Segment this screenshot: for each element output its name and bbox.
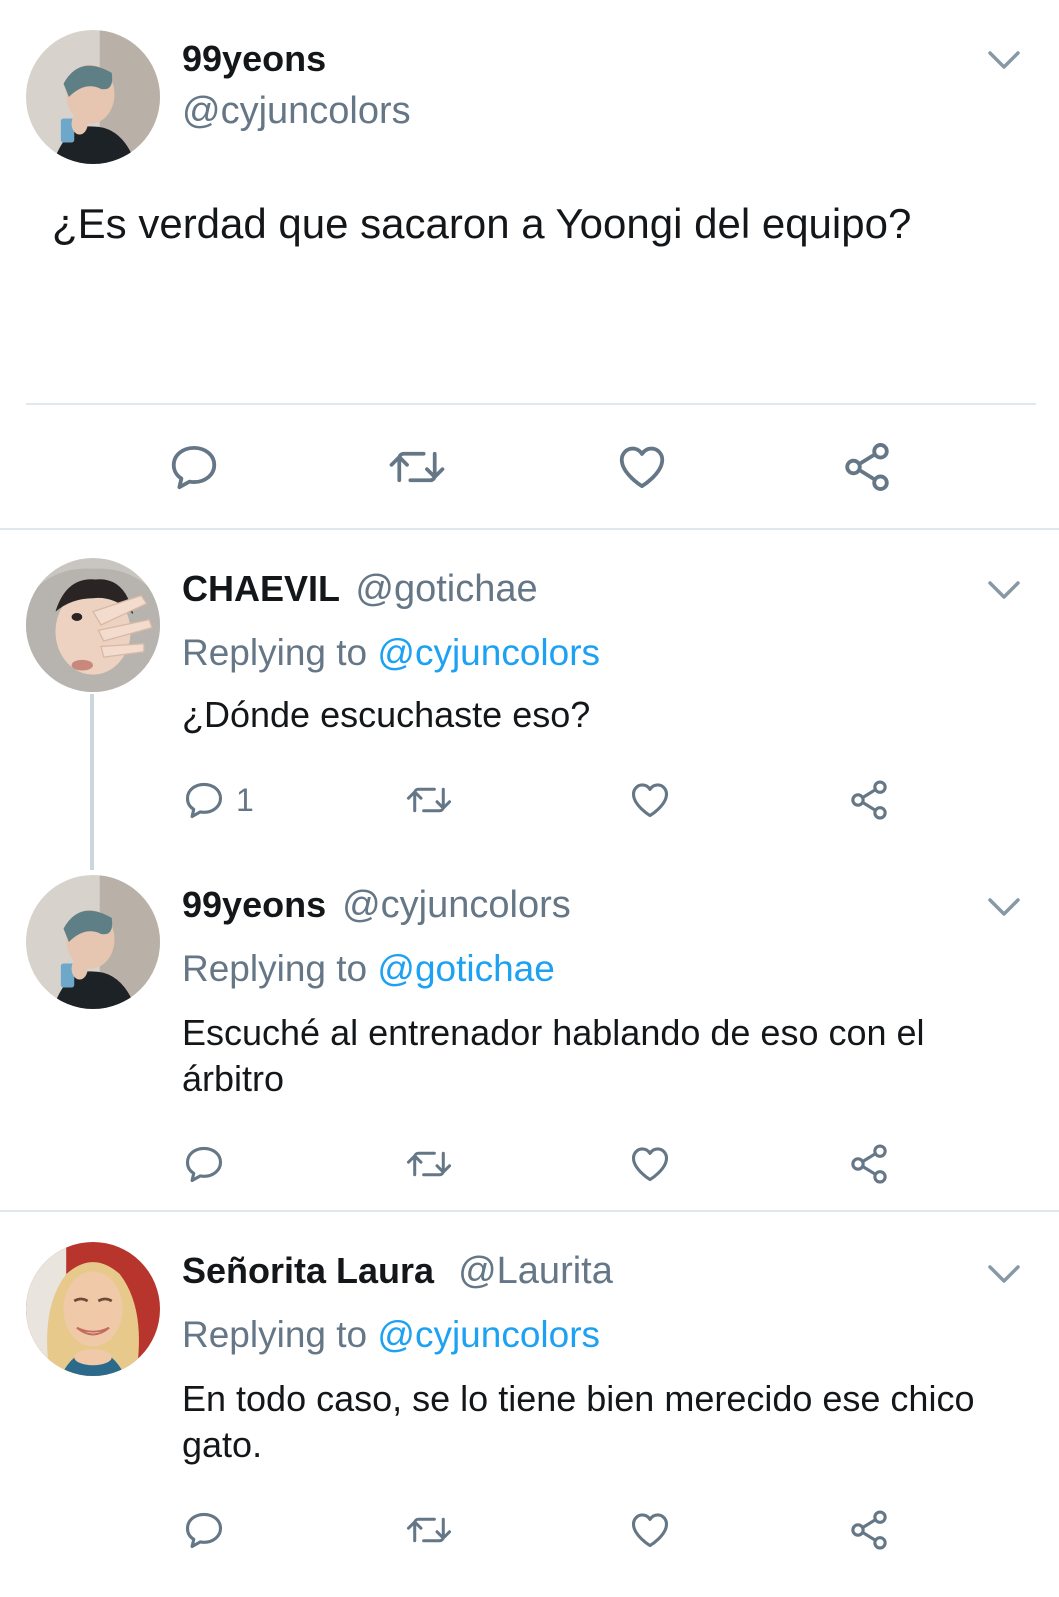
replying-to: Replying to @cyjuncolors — [182, 1314, 600, 1356]
avatar-senorita-laura[interactable] — [26, 1242, 160, 1376]
reply-button[interactable] — [167, 440, 221, 494]
like-button[interactable] — [627, 1142, 673, 1186]
heart-icon — [631, 783, 669, 818]
replying-label: Replying to — [182, 632, 368, 673]
share-button[interactable] — [840, 440, 894, 494]
chevron-down-icon[interactable] — [986, 578, 1022, 602]
mention-link[interactable]: @cyjuncolors — [377, 1314, 600, 1355]
avatar-99yeons[interactable] — [26, 875, 160, 1009]
replying-to: Replying to @cyjuncolors — [182, 632, 600, 674]
heart-icon — [631, 1147, 669, 1182]
reply-icon — [185, 1146, 223, 1183]
share-button[interactable] — [847, 1142, 891, 1186]
retweet-button[interactable] — [404, 1142, 454, 1186]
retweet-icon — [389, 451, 445, 483]
reply-text: Escuché al entrenador hablando de eso co… — [182, 1012, 925, 1099]
thread-line — [90, 694, 94, 870]
display-name-text[interactable]: 99yeons — [182, 884, 326, 925]
section-divider — [0, 1210, 1059, 1212]
reply-count: 1 — [236, 781, 254, 818]
replying-label: Replying to — [182, 948, 368, 989]
share-icon — [851, 1144, 887, 1184]
reply-button[interactable]: 1 — [182, 778, 254, 822]
display-name[interactable]: CHAEVIL @gotichae — [182, 568, 538, 611]
display-name-text[interactable]: CHAEVIL — [182, 568, 339, 609]
avatar-99yeons[interactable] — [26, 30, 160, 164]
mention-link[interactable]: @cyjuncolors — [377, 632, 600, 673]
heart-icon — [631, 1513, 669, 1548]
like-button[interactable] — [614, 440, 670, 494]
tweet-text: ¿Es verdad que sacaron a Yoongi del equi… — [52, 200, 912, 247]
share-icon — [845, 443, 889, 491]
user-handle[interactable]: @cyjuncolors — [342, 884, 571, 926]
user-handle[interactable]: @cyjuncolors — [182, 90, 411, 133]
divider — [26, 403, 1036, 405]
like-button[interactable] — [627, 778, 673, 822]
chevron-down-icon[interactable] — [986, 895, 1022, 919]
retweet-icon — [406, 1517, 452, 1543]
section-divider — [0, 528, 1059, 530]
retweet-icon — [406, 787, 452, 813]
chevron-down-icon[interactable] — [986, 48, 1022, 72]
replying-to: Replying to @gotichae — [182, 948, 555, 990]
like-button[interactable] — [627, 1508, 673, 1552]
avatar-chaevil[interactable] — [26, 558, 160, 692]
mention-link[interactable]: @gotichae — [377, 948, 554, 989]
display-name-text[interactable]: Señorita Laura — [182, 1250, 434, 1291]
reply-button[interactable] — [182, 1508, 226, 1552]
share-button[interactable] — [847, 1508, 891, 1552]
reply-icon — [185, 782, 223, 819]
display-name[interactable]: 99yeons — [182, 38, 326, 80]
replying-label: Replying to — [182, 1314, 368, 1355]
chevron-down-icon[interactable] — [986, 1262, 1022, 1286]
share-icon — [851, 1510, 887, 1550]
reply-text: ¿Dónde escuchaste eso? — [182, 694, 591, 735]
retweet-icon — [406, 1151, 452, 1177]
user-handle[interactable]: @gotichae — [355, 568, 537, 610]
user-handle[interactable]: @Laurita — [458, 1250, 613, 1292]
share-icon — [851, 780, 887, 820]
heart-icon — [619, 446, 665, 489]
reply-icon — [185, 1512, 223, 1549]
retweet-button[interactable] — [404, 1508, 454, 1552]
display-name[interactable]: Señorita Laura @Laurita — [182, 1250, 613, 1293]
reply-icon — [171, 445, 217, 490]
reply-text: En todo caso, se lo tiene bien merecido … — [182, 1378, 975, 1465]
reply-button[interactable] — [182, 1142, 226, 1186]
retweet-button[interactable] — [404, 778, 454, 822]
share-button[interactable] — [847, 778, 891, 822]
retweet-button[interactable] — [386, 440, 448, 494]
display-name[interactable]: 99yeons @cyjuncolors — [182, 884, 571, 927]
